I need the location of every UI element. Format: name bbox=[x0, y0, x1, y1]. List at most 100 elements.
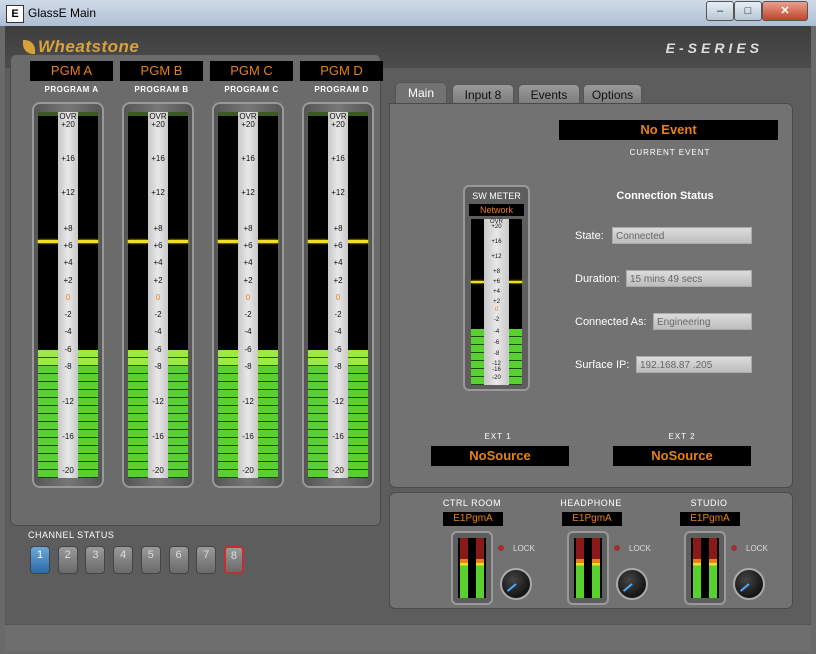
pgm-a-display[interactable]: PGM A bbox=[30, 61, 113, 81]
meter-bar-left bbox=[693, 538, 701, 598]
scale-tick: +20 bbox=[61, 120, 75, 129]
studio-lock-label[interactable]: LOCK bbox=[746, 544, 768, 553]
channel-4-button[interactable]: 4 bbox=[113, 546, 134, 574]
level-segment bbox=[78, 366, 98, 478]
state-field: Connected bbox=[612, 227, 752, 244]
overload-indicator bbox=[128, 112, 148, 116]
main-tab-panel bbox=[389, 103, 793, 488]
logo-swoosh-icon bbox=[23, 40, 35, 54]
channel-2-button[interactable]: 2 bbox=[57, 546, 78, 574]
headphone-lock-label[interactable]: LOCK bbox=[629, 544, 651, 553]
pgm-d-display[interactable]: PGM D bbox=[300, 61, 383, 81]
app-icon: E bbox=[6, 5, 24, 23]
connected-as-field: Engineering bbox=[653, 313, 752, 330]
headphone-lock-indicator bbox=[614, 545, 620, 551]
overload-indicator bbox=[78, 112, 98, 116]
status-bar bbox=[5, 624, 811, 651]
scale-tick: -4 bbox=[493, 329, 500, 335]
channel-1-button[interactable]: 1 bbox=[30, 546, 50, 574]
program-a-label: PROGRAM A bbox=[44, 85, 99, 94]
program-b-label: PROGRAM B bbox=[134, 85, 189, 94]
peak-hold-indicator bbox=[348, 240, 368, 243]
scale-tick: -6 bbox=[64, 345, 72, 354]
scale-tick: -20 bbox=[152, 466, 164, 475]
meter-bar-left bbox=[128, 112, 148, 478]
scale-tick: +2 bbox=[153, 276, 163, 285]
ctrl-room-volume-knob[interactable] bbox=[500, 568, 532, 600]
sw-meter-scale: OVR +20 +16 +12 +8 +6 +4 +2 0 -2 -4 -6 -8 -12 -16 -20 bbox=[484, 219, 509, 385]
scale-tick: -2 bbox=[64, 310, 72, 319]
pgm-c-display[interactable]: PGM C bbox=[210, 61, 293, 81]
ext-2-source[interactable]: NoSource bbox=[613, 446, 751, 466]
duration-field: 15 mins 49 secs bbox=[626, 270, 752, 287]
window-title: GlassE Main bbox=[28, 6, 97, 20]
meter-bar-right bbox=[476, 538, 484, 598]
peak-hold-indicator bbox=[471, 281, 484, 283]
scale-tick: -20 bbox=[242, 466, 254, 475]
scale-tick: -8 bbox=[64, 362, 72, 371]
tab-input-8[interactable]: Input 8 bbox=[452, 84, 514, 105]
studio-source[interactable]: E1PgmA bbox=[680, 512, 740, 526]
state-label: State: bbox=[575, 230, 604, 242]
meter-bar-left bbox=[38, 112, 58, 478]
headphone-source[interactable]: E1PgmA bbox=[562, 512, 622, 526]
close-button[interactable]: ✕ bbox=[762, 1, 808, 21]
channel-7-button[interactable]: 7 bbox=[196, 546, 217, 574]
peak-hold-indicator bbox=[38, 240, 58, 243]
scale-tick: +16 bbox=[61, 154, 75, 163]
studio-lock-indicator bbox=[731, 545, 737, 551]
ext-1-source[interactable]: NoSource bbox=[431, 446, 569, 466]
tab-options[interactable]: Options bbox=[583, 84, 642, 105]
minimize-button[interactable]: – bbox=[706, 1, 734, 21]
meter-scale: OVR +20 +16 +12 +8 +6 +4 +2 0 -2 -4 -6 -8 -12 -16 -20 bbox=[238, 112, 258, 478]
scale-tick: -8 bbox=[493, 351, 500, 357]
scale-tick: -4 bbox=[334, 327, 342, 336]
maximize-button[interactable]: □ bbox=[734, 1, 762, 21]
level-segment bbox=[38, 366, 58, 478]
meter-bar-right bbox=[258, 112, 278, 478]
scale-tick: +2 bbox=[493, 299, 500, 305]
peak-hold-indicator bbox=[218, 240, 238, 243]
scale-tick: +8 bbox=[63, 224, 73, 233]
scale-tick: -16 bbox=[152, 432, 164, 441]
scale-tick: -4 bbox=[244, 327, 252, 336]
tab-events[interactable]: Events bbox=[518, 84, 580, 105]
channel-8-button[interactable]: 8 bbox=[223, 546, 244, 574]
level-segment bbox=[258, 366, 278, 478]
program-c-meter: OVR +20 +16 +12 +8 +6 +4 +2 0 -2 -4 -6 -8 -12 -16 -20 bbox=[212, 102, 284, 488]
peak-hold-indicator bbox=[308, 240, 328, 243]
meter-scale: OVR +20 +16 +12 +8 +6 +4 +2 0 -2 -4 -6 -8 -12 -16 -20 bbox=[58, 112, 78, 478]
scale-tick: +6 bbox=[493, 279, 500, 285]
scale-tick: +8 bbox=[243, 224, 253, 233]
level-segment bbox=[38, 350, 58, 366]
headphone-label: HEADPHONE bbox=[560, 498, 622, 508]
scale-tick: +4 bbox=[63, 258, 73, 267]
scale-tick: 0 bbox=[494, 307, 499, 313]
meter-display: OVR +20 +16 +12 +8 +6 +4 +2 0 -2 -4 -6 -8 -12 -16 -20 bbox=[308, 112, 368, 478]
scale-tick: -16 bbox=[62, 432, 74, 441]
channel-3-button[interactable]: 3 bbox=[85, 546, 106, 574]
meter-display bbox=[691, 538, 719, 598]
scale-tick: +16 bbox=[151, 154, 165, 163]
scale-tick: +6 bbox=[333, 241, 343, 250]
scale-tick: +4 bbox=[153, 258, 163, 267]
ctrl-room-lock-indicator bbox=[498, 545, 504, 551]
studio-volume-knob[interactable] bbox=[733, 568, 765, 600]
pgm-b-display[interactable]: PGM B bbox=[120, 61, 203, 81]
ctrl-room-source[interactable]: E1PgmA bbox=[443, 512, 503, 526]
meter-bar-right bbox=[709, 538, 717, 598]
studio-meter bbox=[684, 531, 726, 605]
channel-5-button[interactable]: 5 bbox=[140, 546, 161, 574]
headphone-volume-knob[interactable] bbox=[616, 568, 648, 600]
channel-6-button[interactable]: 6 bbox=[168, 546, 189, 574]
ctrl-room-lock-label[interactable]: LOCK bbox=[513, 544, 535, 553]
level-segment bbox=[218, 350, 238, 366]
scale-tick: -12 bbox=[152, 397, 164, 406]
meter-bar-right bbox=[168, 112, 188, 478]
scale-tick: -20 bbox=[492, 375, 501, 381]
sw-meter-display: OVR +20 +16 +12 +8 +6 +4 +2 0 -2 -4 -6 -8 -12 -16 -20 bbox=[471, 219, 522, 385]
scale-tick: -4 bbox=[154, 327, 162, 336]
scale-tick: -16 bbox=[242, 432, 254, 441]
program-d-meter: OVR +20 +16 +12 +8 +6 +4 +2 0 -2 -4 -6 -8 -12 -16 -20 bbox=[302, 102, 374, 488]
scale-tick: +6 bbox=[243, 241, 253, 250]
